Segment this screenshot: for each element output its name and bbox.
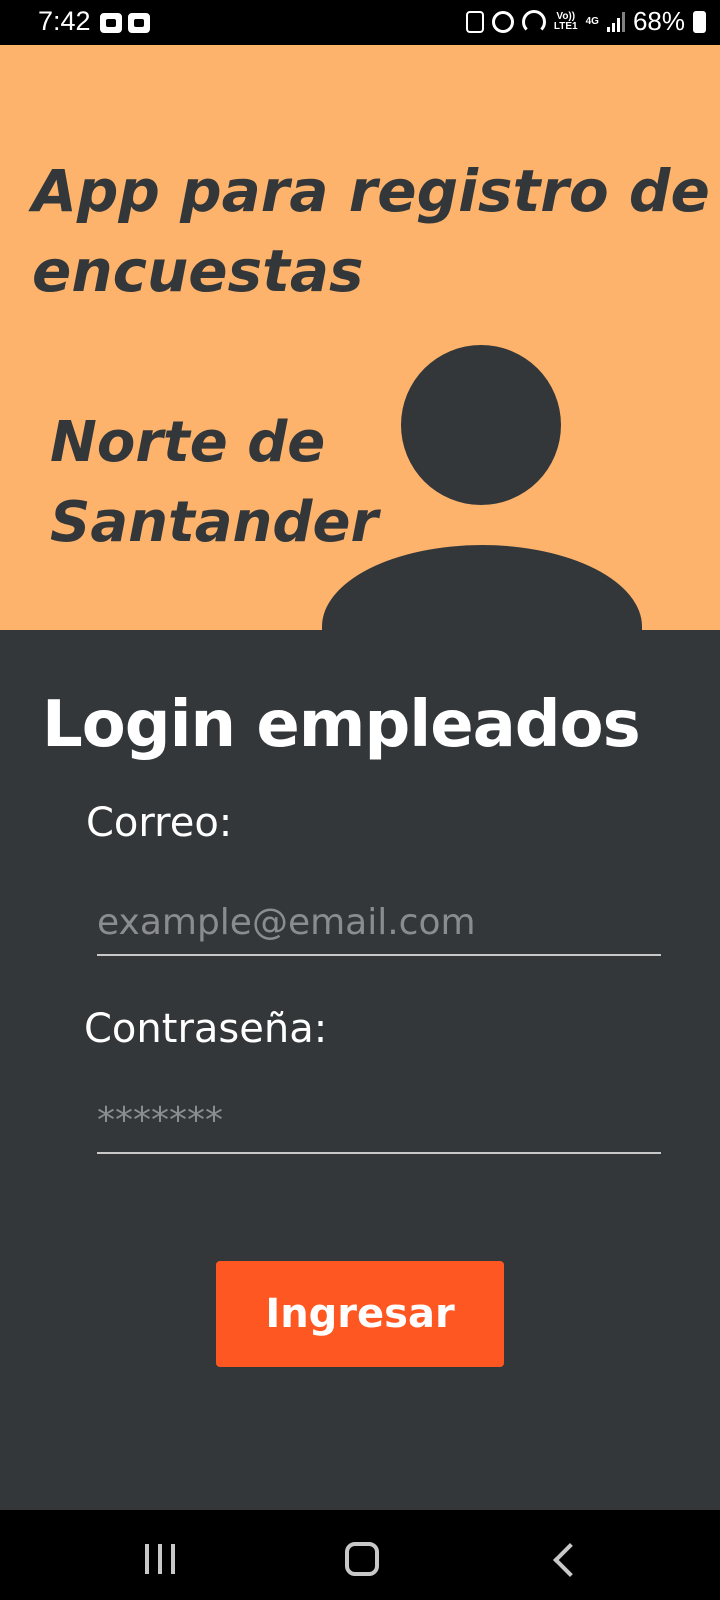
login-panel: Login empleados Correo: Contraseña: Ingr… bbox=[0, 630, 720, 1510]
recents-icon[interactable] bbox=[145, 1544, 175, 1574]
battery-percent: 68% bbox=[632, 6, 685, 36]
volte-line2: LTE1 bbox=[553, 20, 578, 32]
login-title: Login empleados bbox=[42, 688, 641, 762]
home-icon[interactable] bbox=[345, 1542, 379, 1576]
app-title: App para registro de encuestas bbox=[32, 157, 710, 305]
hero-banner: App para registro de encuestas Norte de … bbox=[0, 45, 720, 630]
status-bar: 7:42 Vo)) LTE1 4G 68% bbox=[0, 0, 720, 45]
app-notification-icon bbox=[128, 13, 150, 33]
navigation-bar bbox=[0, 1510, 720, 1600]
status-time: 7:42 bbox=[38, 6, 91, 36]
notification-icons bbox=[100, 13, 150, 33]
voicemail-icon bbox=[100, 13, 122, 33]
volte-indicator: Vo)) LTE1 bbox=[553, 10, 578, 32]
volte-line1: Vo)) bbox=[556, 10, 576, 22]
person-icon-head bbox=[401, 345, 561, 505]
email-label: Correo: bbox=[86, 800, 233, 846]
login-button[interactable]: Ingresar bbox=[216, 1261, 504, 1367]
email-field[interactable] bbox=[97, 890, 661, 956]
password-label: Contraseña: bbox=[84, 1006, 328, 1052]
back-icon[interactable] bbox=[553, 1543, 587, 1577]
region-subtitle: Norte de Santander bbox=[50, 410, 379, 555]
alarm-icon bbox=[491, 10, 514, 33]
battery-icon bbox=[693, 10, 706, 33]
signal-icon bbox=[606, 11, 625, 32]
hotspot-icon bbox=[521, 9, 546, 34]
password-field[interactable] bbox=[97, 1088, 661, 1154]
network-type: 4G bbox=[585, 15, 599, 27]
secure-folder-icon bbox=[465, 10, 484, 33]
system-icons: Vo)) LTE1 4G 68% bbox=[465, 6, 706, 37]
